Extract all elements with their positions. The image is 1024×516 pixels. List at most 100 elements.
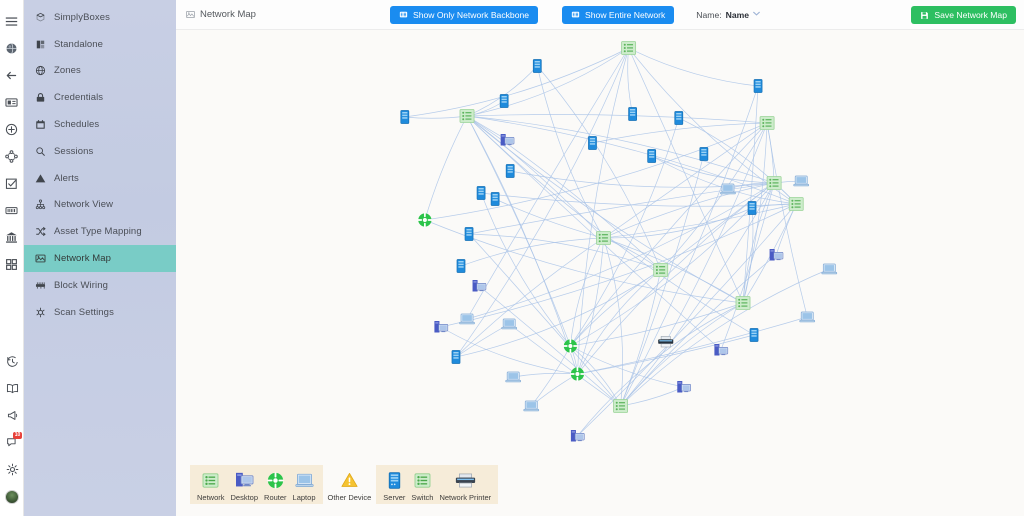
desktop-icon bbox=[235, 469, 254, 491]
sidebar-item-block-wiring[interactable]: Block Wiring bbox=[24, 272, 176, 299]
book-icon[interactable] bbox=[0, 375, 24, 402]
graph-node-server[interactable] bbox=[400, 110, 410, 124]
graph-node-desktop[interactable] bbox=[677, 381, 691, 393]
sidebar-item-network-view[interactable]: Network View bbox=[24, 192, 176, 219]
sidebar-item-sessions[interactable]: Sessions bbox=[24, 138, 176, 165]
gear-icon[interactable] bbox=[0, 456, 24, 483]
legend-label: Router bbox=[264, 493, 287, 502]
sidebar-item-label: Alerts bbox=[54, 172, 79, 184]
sidebar-item-network-map[interactable]: Network Map bbox=[24, 245, 176, 272]
sidebar-item-schedules[interactable]: Schedules bbox=[24, 111, 176, 138]
legend-label: Other Device bbox=[327, 493, 372, 502]
graph-node-network[interactable] bbox=[766, 176, 782, 190]
graph-node-printer[interactable] bbox=[658, 336, 674, 348]
graph-edge bbox=[404, 115, 468, 119]
avatar[interactable] bbox=[5, 489, 19, 504]
plus-circle-icon[interactable] bbox=[0, 116, 24, 143]
graph-node-desktop[interactable] bbox=[714, 344, 729, 356]
legend-group-primary: Network Desktop Router Laptop bbox=[190, 465, 323, 504]
graph-node-server[interactable] bbox=[464, 227, 474, 241]
graph-node-laptop[interactable] bbox=[720, 183, 736, 195]
graph-node-router[interactable] bbox=[417, 212, 433, 228]
nodes-icon[interactable] bbox=[0, 143, 24, 170]
graph-node-network[interactable] bbox=[735, 296, 751, 310]
graph-node-laptop[interactable] bbox=[459, 313, 475, 325]
barcode-icon[interactable] bbox=[0, 197, 24, 224]
sidebar-item-standalone[interactable]: Standalone bbox=[24, 31, 176, 58]
graph-node-desktop[interactable] bbox=[769, 249, 784, 261]
graph-node-router[interactable] bbox=[569, 366, 585, 382]
legend-label: Network Printer bbox=[439, 493, 492, 502]
graph-node-network[interactable] bbox=[596, 231, 611, 245]
graph-node-router[interactable] bbox=[562, 338, 578, 354]
graph-node-network[interactable] bbox=[613, 399, 628, 413]
graph-node-server[interactable] bbox=[456, 259, 466, 273]
graph-node-laptop[interactable] bbox=[821, 263, 838, 275]
graph-node-network[interactable] bbox=[759, 116, 775, 130]
grid-apps-icon[interactable] bbox=[0, 251, 24, 278]
graph-node-server[interactable] bbox=[588, 136, 597, 150]
graph-node-network[interactable] bbox=[459, 109, 475, 123]
id-card-icon[interactable] bbox=[0, 89, 24, 116]
graph-node-server[interactable] bbox=[674, 111, 684, 125]
graph-node-laptop[interactable] bbox=[523, 400, 540, 412]
graph-node-server[interactable] bbox=[451, 350, 461, 364]
graph-node-server[interactable] bbox=[490, 192, 500, 206]
graph-node-desktop[interactable] bbox=[434, 321, 449, 333]
show-entire-network-button[interactable]: Show Entire Network bbox=[562, 5, 675, 24]
megaphone-icon[interactable] bbox=[0, 402, 24, 429]
graph-node-server[interactable] bbox=[499, 94, 509, 108]
sidebar-item-scan-settings[interactable]: Scan Settings bbox=[24, 299, 176, 326]
network-map-canvas[interactable]: Network Desktop Router Laptop Other Device … bbox=[176, 30, 1024, 516]
warning-triangle-icon bbox=[341, 469, 358, 491]
graph-node-network[interactable] bbox=[621, 41, 637, 55]
sidebar-item-zones[interactable]: Zones bbox=[24, 58, 176, 85]
sidebar-item-asset-type-mapping[interactable]: Asset Type Mapping bbox=[24, 218, 176, 245]
sidebar-item-credentials[interactable]: Credentials bbox=[24, 84, 176, 111]
graph-node-desktop[interactable] bbox=[500, 134, 515, 146]
graph-node-desktop[interactable] bbox=[472, 280, 487, 292]
graph-node-laptop[interactable] bbox=[505, 371, 522, 383]
warning-triangle-icon bbox=[35, 173, 46, 184]
sidebar-item-simplyboxes[interactable]: SimplyBoxes bbox=[24, 4, 176, 31]
graph-nodes[interactable] bbox=[400, 41, 838, 442]
graph-edge bbox=[455, 47, 629, 358]
checkbox-task-icon[interactable] bbox=[0, 170, 24, 197]
rail-top-group bbox=[0, 0, 24, 278]
graph-edge bbox=[620, 268, 830, 407]
graph-node-server[interactable] bbox=[476, 186, 486, 200]
graph-node-server[interactable] bbox=[647, 149, 657, 163]
graph-node-network[interactable] bbox=[788, 197, 804, 211]
sidebar-item-alerts[interactable]: Alerts bbox=[24, 165, 176, 192]
graph-node-network[interactable] bbox=[653, 263, 669, 277]
graph-node-server[interactable] bbox=[532, 59, 542, 73]
boxes-icon bbox=[35, 12, 46, 23]
graph-edge bbox=[480, 192, 571, 347]
graph-node-server[interactable] bbox=[699, 147, 709, 161]
avatar[interactable] bbox=[0, 483, 24, 510]
router-icon bbox=[267, 469, 284, 491]
chat-notifications-icon[interactable]: 10 bbox=[0, 429, 24, 456]
network-graph[interactable] bbox=[176, 30, 1024, 516]
clock-history-icon[interactable] bbox=[0, 348, 24, 375]
legend-item-router: Router bbox=[261, 469, 290, 502]
graph-node-server[interactable] bbox=[628, 107, 637, 121]
graph-node-server[interactable] bbox=[753, 79, 763, 93]
graph-node-server[interactable] bbox=[505, 164, 515, 178]
name-dropdown[interactable]: Name: Name bbox=[696, 10, 760, 20]
globe-icon[interactable] bbox=[0, 35, 24, 62]
show-only-network-backbone-button[interactable]: Show Only Network Backbone bbox=[389, 5, 539, 24]
bank-icon[interactable] bbox=[0, 224, 24, 251]
hamburger-menu-icon[interactable] bbox=[0, 8, 24, 35]
graph-node-laptop[interactable] bbox=[501, 318, 518, 330]
graph-node-laptop[interactable] bbox=[799, 311, 816, 323]
graph-node-server[interactable] bbox=[747, 201, 757, 215]
graph-edge bbox=[455, 323, 510, 358]
main-panel: Network Map Show Only Network Backbone S… bbox=[176, 0, 1024, 516]
save-network-map-button[interactable]: Save Network Map bbox=[911, 6, 1016, 24]
sidebar-nav: SimplyBoxes Standalone Zones Credentials Sch… bbox=[24, 0, 176, 516]
graph-node-server[interactable] bbox=[749, 328, 759, 342]
graph-node-laptop[interactable] bbox=[793, 175, 810, 187]
graph-edges bbox=[404, 47, 830, 437]
back-arrow-icon[interactable] bbox=[0, 62, 24, 89]
